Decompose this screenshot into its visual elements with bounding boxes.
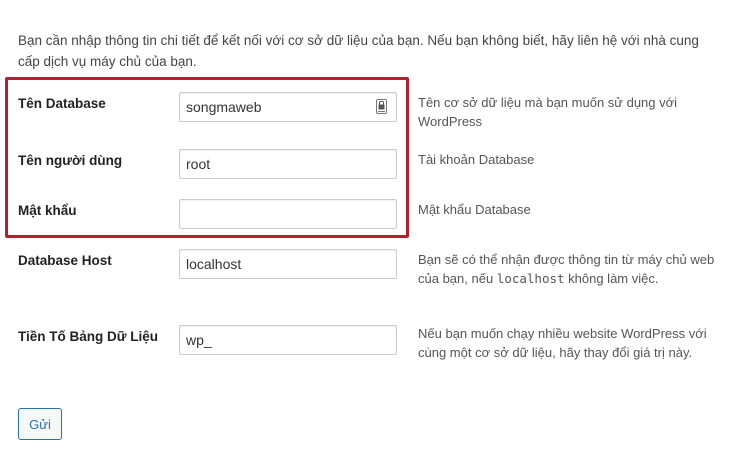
dbhost-description: Bạn sẽ có thể nhận được thông tin từ máy… <box>418 250 718 288</box>
dbhost-description-code: localhost <box>496 271 565 286</box>
password-description: Mật khẩu Database <box>418 202 531 217</box>
db-setup-form: Bạn cần nhập thông tin chi tiết để kết n… <box>0 0 737 463</box>
prefix-description: Nếu bạn muốn chạy nhiều website WordPres… <box>418 326 707 360</box>
dbhost-description-after: không làm việc. <box>564 271 659 286</box>
highlight-box <box>5 77 409 238</box>
prefix-input[interactable] <box>179 325 397 355</box>
dbhost-label: Database Host <box>18 253 112 268</box>
submit-button[interactable]: Gửi <box>18 408 62 440</box>
prefix-label: Tiền Tố Bảng Dữ Liệu <box>18 329 159 344</box>
dbhost-input[interactable] <box>179 249 397 279</box>
username-description: Tài khoản Database <box>418 152 535 167</box>
dbname-description: Tên cơ sở dữ liệu mà bạn muốn sử dụng vớ… <box>418 95 678 129</box>
intro-text: Bạn cần nhập thông tin chi tiết để kết n… <box>18 33 699 69</box>
